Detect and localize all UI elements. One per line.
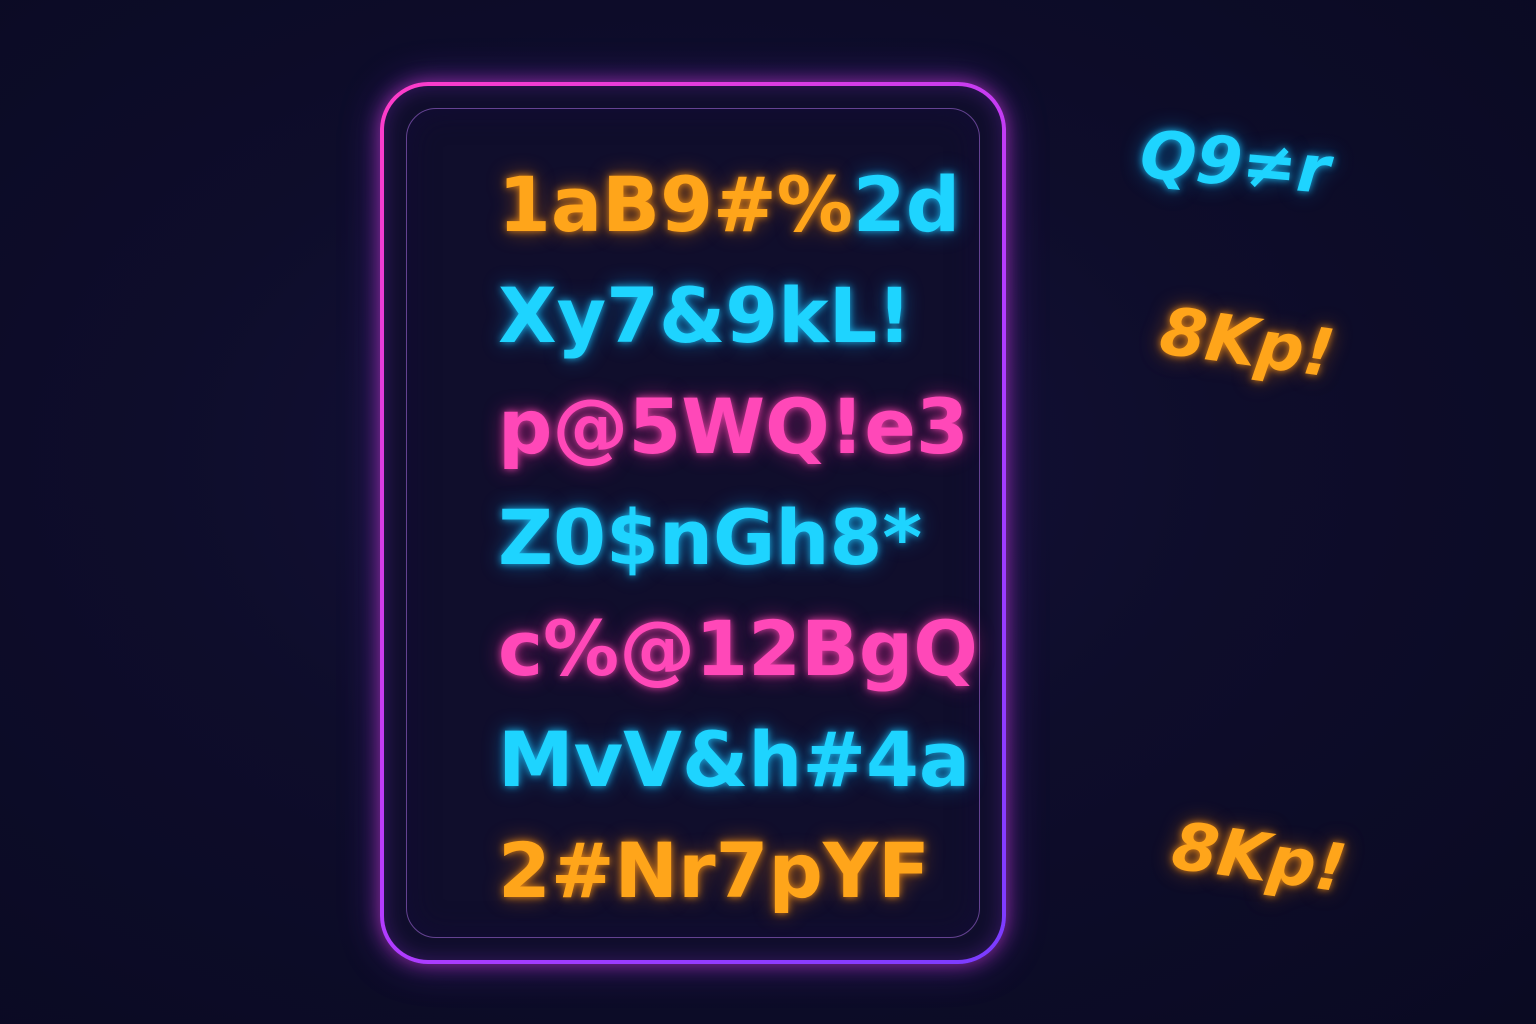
floating-password-3: 8Kp! bbox=[1167, 807, 1352, 908]
floating-password-2: 8Kp! bbox=[1155, 292, 1340, 393]
password-line-2: Xy7&9kL! bbox=[498, 271, 912, 360]
password-line-3: p@5WQ!e3 bbox=[498, 382, 969, 471]
password-line-1-cyan: 2d bbox=[852, 160, 961, 249]
password-line-1: 1aB9#%2d bbox=[498, 167, 960, 243]
password-line-1-orange: 1aB9#% bbox=[498, 160, 853, 249]
password-line-7: 2#Nr7pYF bbox=[498, 826, 930, 915]
password-line-5: c%@12BgQ bbox=[498, 604, 978, 693]
password-line-4: Z0$nGh8* bbox=[498, 493, 923, 582]
floating-password-1: Q9≠r bbox=[1137, 115, 1333, 210]
password-line-6: MvV&h#4a bbox=[498, 715, 971, 804]
